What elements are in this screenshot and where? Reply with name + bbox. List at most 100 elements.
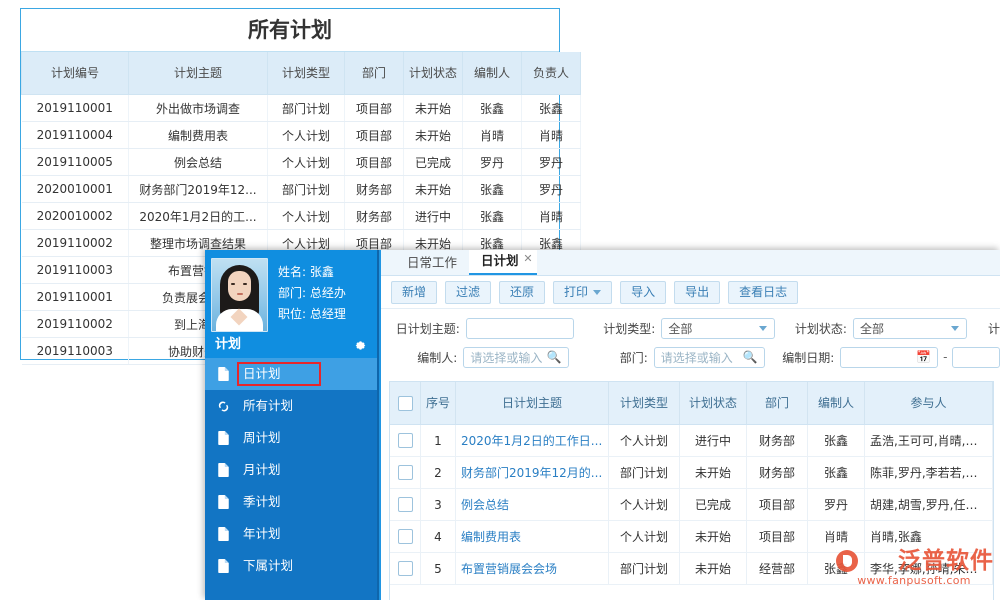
table-row[interactable]: 2财务部门2019年12月的...部门计划未开始财务部张鑫陈菲,罗丹,李若若,罗…: [390, 457, 993, 489]
restore-button[interactable]: 还原: [499, 281, 545, 304]
calendar-icon[interactable]: 📅: [916, 350, 931, 364]
filter-button[interactable]: 过滤: [445, 281, 491, 304]
table-cell: 肖晴: [522, 203, 581, 230]
table-cell: 部门计划: [268, 95, 345, 122]
row-checkbox-cell[interactable]: [390, 521, 421, 553]
tab-daily-plan[interactable]: 日计划 ✕: [469, 250, 537, 275]
row-checkbox[interactable]: [398, 433, 413, 448]
content-panel: 日常工作 日计划 ✕ 新增 过滤 还原 打印 导入 导出 查看日志 日计划主题:…: [379, 250, 1000, 600]
table-row[interactable]: 2020010001财务部门2019年12...部门计划财务部未开始张鑫罗丹: [22, 176, 581, 203]
sidebar-item-4[interactable]: 月计划: [205, 454, 377, 486]
close-icon[interactable]: ✕: [523, 250, 532, 271]
search-icon[interactable]: 🔍: [547, 350, 562, 364]
date-to-input[interactable]: [952, 347, 1000, 368]
sidebar-item-3[interactable]: 周计划: [205, 422, 377, 454]
table-row[interactable]: 2019110004编制费用表个人计划项目部未开始肖晴肖晴: [22, 122, 581, 149]
table-cell: 张鑫: [808, 457, 865, 489]
status-select[interactable]: 全部: [853, 318, 967, 339]
date-from-input[interactable]: 📅: [840, 347, 938, 368]
row-checkbox-cell[interactable]: [390, 457, 421, 489]
table-row[interactable]: 4编制费用表个人计划未开始项目部肖晴肖晴,张鑫: [390, 521, 993, 553]
subject-label: 日计划主题:: [381, 320, 460, 337]
add-button[interactable]: 新增: [391, 281, 437, 304]
type-select[interactable]: 全部: [661, 318, 775, 339]
table-cell: 已完成: [404, 149, 463, 176]
file-icon: [217, 495, 233, 509]
import-button[interactable]: 导入: [620, 281, 666, 304]
select-all-checkbox[interactable]: [398, 396, 413, 411]
table-cell: 2019110005: [22, 149, 129, 176]
row-checkbox-cell[interactable]: [390, 425, 421, 457]
date-separator: -: [943, 350, 947, 364]
table-cell: 2019110003: [22, 257, 129, 284]
col-plan-owner: 负责人: [522, 52, 581, 95]
table-cell: 罗丹: [808, 489, 865, 521]
table-cell: 罗丹: [463, 149, 522, 176]
maker-input[interactable]: 请选择或输入 🔍: [463, 347, 568, 368]
date-label: 编制日期:: [777, 349, 835, 366]
table-cell: 布置营销展会会场: [456, 553, 609, 585]
table-cell: 2019110003: [22, 338, 129, 365]
table-cell: 陈菲,罗丹,李若若,罗...: [865, 457, 993, 489]
export-label: 导出: [685, 283, 709, 302]
sidebar-item-2[interactable]: 所有计划: [205, 390, 377, 422]
gear-icon[interactable]: [354, 339, 367, 352]
table-cell: 5: [421, 553, 456, 585]
add-label: 新增: [402, 283, 426, 302]
row-checkbox[interactable]: [398, 465, 413, 480]
table-row[interactable]: 3例会总结个人计划已完成项目部罗丹胡建,胡雪,罗丹,任晓...: [390, 489, 993, 521]
sidebar-item-5[interactable]: 季计划: [205, 486, 377, 518]
row-checkbox[interactable]: [398, 497, 413, 512]
table-row[interactable]: 2019110005例会总结个人计划项目部已完成罗丹罗丹: [22, 149, 581, 176]
table-row[interactable]: 2019110001外出做市场调查部门计划项目部未开始张鑫张鑫: [22, 95, 581, 122]
table-cell: 张鑫: [463, 95, 522, 122]
table-cell: 肖晴: [463, 122, 522, 149]
grid-header-row: 序号 日计划主题 计划类型 计划状态 部门 编制人 参与人: [390, 382, 993, 425]
table-cell: 2: [421, 457, 456, 489]
subject-input[interactable]: [466, 318, 574, 339]
table-row[interactable]: 20200100022020年1月2日的工...个人计划财务部进行中张鑫肖晴: [22, 203, 581, 230]
extra-label: 计: [977, 320, 1000, 337]
sidebar-item-6[interactable]: 年计划: [205, 518, 377, 550]
table-cell: 2020010002: [22, 203, 129, 230]
dept-input[interactable]: 请选择或输入 🔍: [654, 347, 765, 368]
table-row[interactable]: 5布置营销展会会场部门计划未开始经营部张鑫李华,李娜,孙晴,朱浩然: [390, 553, 993, 585]
row-checkbox[interactable]: [398, 561, 413, 576]
table-cell: 例会总结: [129, 149, 268, 176]
view-log-button[interactable]: 查看日志: [728, 281, 798, 304]
toolbar: 新增 过滤 还原 打印 导入 导出 查看日志: [381, 276, 1000, 309]
table-cell: 未开始: [404, 122, 463, 149]
row-checkbox-cell[interactable]: [390, 489, 421, 521]
chevron-down-icon: [951, 326, 959, 331]
tab-daily-work[interactable]: 日常工作: [395, 251, 469, 275]
search-icon[interactable]: 🔍: [743, 350, 758, 364]
table-cell: 项目部: [345, 95, 404, 122]
row-checkbox[interactable]: [398, 529, 413, 544]
print-button[interactable]: 打印: [553, 281, 612, 304]
table-cell: 个人计划: [268, 203, 345, 230]
avatar: [211, 258, 268, 332]
table-row[interactable]: 12020年1月2日的工作日...个人计划进行中财务部张鑫孟浩,王可可,肖晴,张…: [390, 425, 993, 457]
plan-app-window: 姓名: 张鑫 部门: 总经办 职位: 总经理 计划 日计划所有计划周计划月计划季…: [205, 250, 1000, 600]
export-button[interactable]: 导出: [674, 281, 720, 304]
table-cell: 肖晴: [522, 122, 581, 149]
sidebar-item-label: 所有计划: [241, 397, 295, 415]
filter-row-1: 日计划主题: 计划类型: 全部 计划状态: 全部 计: [381, 315, 1000, 341]
row-checkbox-cell[interactable]: [390, 553, 421, 585]
file-icon: [217, 463, 233, 477]
sidebar-group-title: 计划: [215, 332, 241, 358]
col-plan-type: 计划类型: [268, 52, 345, 95]
select-all-checkbox-cell[interactable]: [390, 382, 421, 425]
file-icon: [217, 431, 233, 445]
sidebar-item-1[interactable]: 日计划: [205, 358, 377, 390]
col-subject: 日计划主题: [456, 382, 609, 425]
file-icon: [217, 559, 233, 573]
all-plans-title: 所有计划: [21, 9, 559, 52]
table-cell: 财务部: [345, 176, 404, 203]
user-title: 职位: 总经理: [278, 304, 346, 325]
daily-plan-grid: 序号 日计划主题 计划类型 计划状态 部门 编制人 参与人 12020年1月2日…: [389, 381, 994, 600]
table-cell: 3: [421, 489, 456, 521]
col-plan-dept: 部门: [345, 52, 404, 95]
type-label: 计划类型:: [588, 320, 655, 337]
sidebar-item-7[interactable]: 下属计划: [205, 550, 377, 582]
